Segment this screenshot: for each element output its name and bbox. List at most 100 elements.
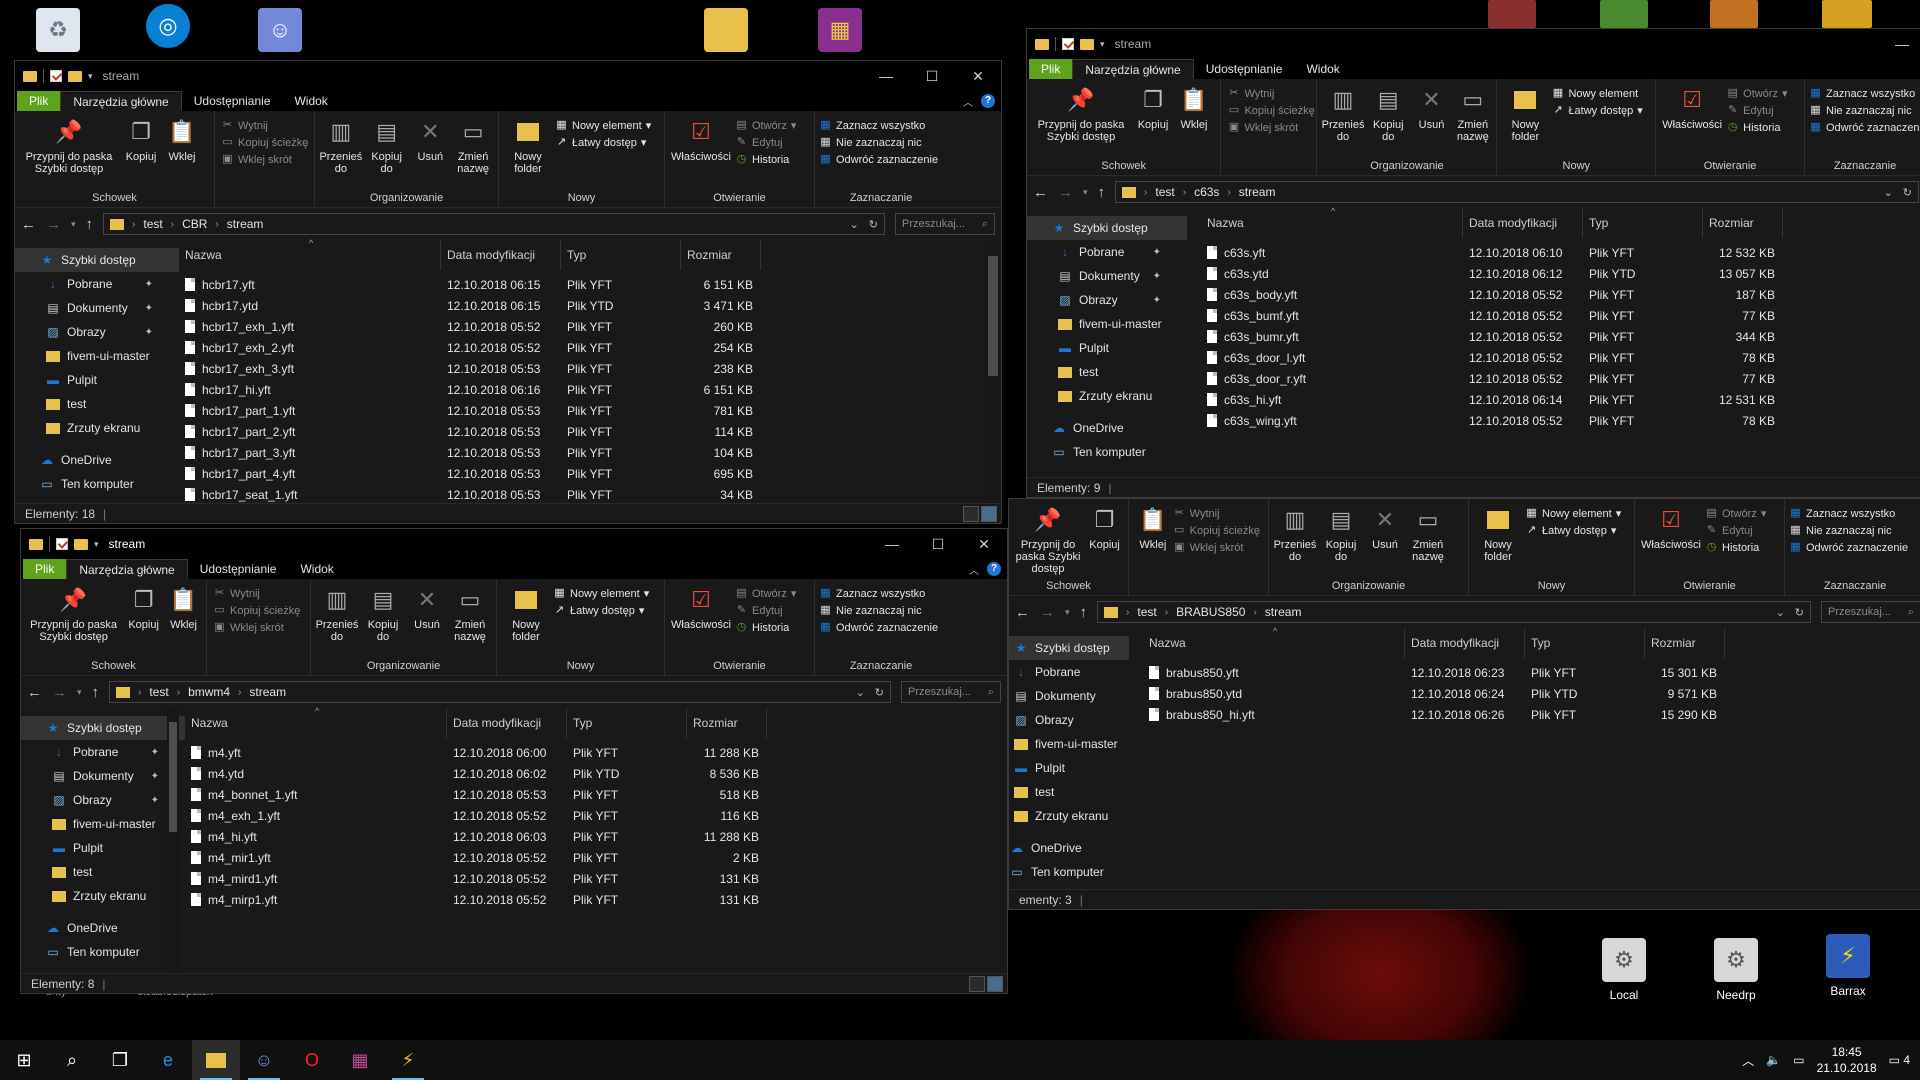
close-button[interactable]: ✕ [955,61,1001,91]
nav-downloads[interactable]: ↓ Pobrane [1009,660,1129,684]
nav-documents[interactable]: ▤ Dokumenty ✦ [1027,264,1187,288]
easy-access-button[interactable]: ↗ Łatwy dostęp ▾ [553,604,649,617]
invert-selection-button[interactable]: ▦ Odwróć zaznaczenie [1789,541,1908,554]
tab-view[interactable]: Widok [282,91,339,111]
nav-folder[interactable]: fivem-ui-master [1009,732,1129,756]
minecraft-icon[interactable] [1600,0,1648,28]
explorer-window-bmwm4[interactable]: ▾ stream — ☐ ✕ Plik Narzędzia główne Udo… [20,528,1008,994]
file-row[interactable]: hcbr17_exh_2.yft 12.10.2018 05:52 Plik YFT… [179,337,985,358]
column-size[interactable]: Rozmiar [681,240,761,270]
show-hidden-icons-icon[interactable]: ︿ [1742,1052,1754,1069]
copy-path-button[interactable]: ▭ Kopiuj ścieżkę [1173,524,1260,537]
network-icon[interactable]: ▭ [1793,1053,1804,1067]
breadcrumb-segment[interactable]: stream [249,685,286,699]
desktop-app-icon[interactable] [1488,0,1536,28]
up-arrow-icon[interactable]: ↑ [1080,604,1088,621]
edit-button[interactable]: ✎ Edytuj [735,604,796,617]
file-row[interactable]: hcbr17_part_2.yft 12.10.2018 05:53 Plik YF… [179,421,985,442]
nav-documents[interactable]: ▤ Dokumenty ✦ [15,296,179,320]
file-row[interactable]: c63s.ytd 12.10.2018 06:12 Plik YTD 13 057 K… [1201,263,1920,284]
nav-desktop[interactable]: ▬ Pulpit [21,836,185,860]
column-date[interactable]: Data modyfikacji [1463,208,1583,238]
tab-file[interactable]: Plik [17,91,61,111]
tab-share[interactable]: Udostępnianie [1194,59,1295,79]
file-row[interactable]: c63s_door_l.yft 12.10.2018 05:52 Plik YFT 7… [1201,347,1920,368]
nav-pictures[interactable]: ▨ Obrazy ✦ [1027,288,1187,312]
copy-path-button[interactable]: ▭ Kopiuj ścieżkę [1227,104,1315,117]
copy-path-button[interactable]: ▭ Kopiuj ścieżkę [221,136,308,149]
cut-button[interactable]: ✂ Wytnij [1227,87,1314,100]
taskbar-opera[interactable]: O [288,1040,336,1080]
maximize-button[interactable]: ☐ [909,61,955,91]
tab-file[interactable]: Plik [1029,59,1073,79]
close-button[interactable]: ✕ [961,529,1007,559]
file-row[interactable]: c63s_door_r.yft 12.10.2018 05:52 Plik YFT 7… [1201,368,1920,389]
nav-downloads[interactable]: ↓ Pobrane ✦ [21,740,185,764]
file-row[interactable]: hcbr17_exh_1.yft 12.10.2018 05:52 Plik YFT… [179,316,985,337]
maximize-button[interactable]: ☐ [915,529,961,559]
collapse-ribbon-icon[interactable]: ︿ [963,94,973,109]
clock[interactable]: 18:45 21.10.2018 [1817,1044,1877,1076]
file-row[interactable]: c63s_hi.yft 12.10.2018 06:14 Plik YFT 12 53… [1201,389,1920,410]
new-folder-icon[interactable] [1080,38,1094,50]
file-row[interactable]: brabus850_hi.yft 12.10.2018 06:26 Plik YFT… [1143,704,1920,725]
quick-access-toolbar[interactable]: ▾ [21,537,99,551]
column-size[interactable]: Rozmiar [687,708,767,738]
taskbar-discord[interactable]: ☺ [240,1040,288,1080]
up-arrow-icon[interactable]: ↑ [1098,184,1106,201]
copy-path-button[interactable]: ▭ Kopiuj ścieżkę [213,604,300,617]
pubg-icon[interactable] [1822,0,1872,28]
icons-view-button[interactable] [981,505,997,522]
refresh-icon[interactable]: ↻ [1795,606,1804,619]
nav-quick-access[interactable]: ★ Szybki dostęp [1009,636,1129,660]
icons-view-button[interactable] [987,975,1003,992]
scrollbar[interactable] [985,240,1001,503]
nav-folder[interactable]: Zrzuty ekranu [15,416,179,440]
history-button[interactable]: ◷ Historia [1726,121,1787,134]
breadcrumb-segment[interactable]: test [1155,185,1174,199]
help-icon[interactable]: ? [987,562,1001,576]
select-none-button[interactable]: ▦ Nie zaznaczaj nic [1809,104,1920,117]
properties-icon[interactable] [56,538,68,550]
invert-selection-button[interactable]: ▦ Odwróć zaznaczenie [819,153,938,166]
file-row[interactable]: hcbr17.ytd 12.10.2018 06:15 Plik YTD 3 471 … [179,295,985,316]
nav-downloads[interactable]: ↓ Pobrane ✦ [15,272,179,296]
open-button[interactable]: ▤ Otwórz ▾ [735,119,796,132]
nav-onedrive[interactable]: ☁ OneDrive [21,916,185,940]
task-view-button[interactable]: ❐ [96,1040,144,1080]
column-type[interactable]: Typ [1583,208,1703,238]
details-view-button[interactable] [963,505,979,522]
select-none-button[interactable]: ▦ Nie zaznaczaj nic [819,604,938,617]
chevron-down-icon[interactable]: ⌄ [1776,606,1785,619]
nav-onedrive[interactable]: ☁ OneDrive [15,448,179,472]
back-arrow-icon[interactable]: ← [1033,184,1048,201]
breadcrumb-segment[interactable]: CBR [182,217,207,231]
back-arrow-icon[interactable]: ← [1015,604,1030,621]
edit-button[interactable]: ✎ Edytuj [1705,524,1766,537]
select-all-button[interactable]: ▦ Zaznacz wszystko [1789,507,1908,520]
nav-folder[interactable]: Zrzuty ekranu [21,884,185,908]
column-date[interactable]: Data modyfikacji [441,240,561,270]
select-none-button[interactable]: ▦ Nie zaznaczaj nic [1789,524,1908,537]
breadcrumb-segment[interactable]: stream [1239,185,1276,199]
address-bar[interactable]: › test › BRABUS850 › stream ⌄ ↻ [1097,601,1811,623]
file-row[interactable]: hcbr17_part_1.yft 12.10.2018 05:53 Plik YF… [179,400,985,421]
history-button[interactable]: ◷ Historia [735,153,796,166]
file-row[interactable]: m4_bonnet_1.yft 12.10.2018 05:53 Plik YFT 5… [185,784,1007,805]
quick-access-toolbar[interactable]: ▾ [15,69,93,83]
select-all-button[interactable]: ▦ Zaznacz wszystko [819,587,938,600]
nav-quick-access[interactable]: ★ Szybki dostęp [1027,216,1187,240]
new-item-button[interactable]: ▦ Nowy element ▾ [553,587,649,600]
file-row[interactable]: hcbr17.yft 12.10.2018 06:15 Plik YFT 6 151 … [179,274,985,295]
select-none-button[interactable]: ▦ Nie zaznaczaj nic [819,136,938,149]
title-bar[interactable]: ▾ stream — ☐ ✕ [21,529,1007,559]
column-type[interactable]: Typ [1525,628,1645,658]
search-input[interactable]: Przeszukaj... ⌕ [901,681,1001,703]
nav-folder[interactable]: Zrzuty ekranu [1009,804,1129,828]
file-row[interactable]: c63s_bumf.yft 12.10.2018 05:52 Plik YFT 77 … [1201,305,1920,326]
explorer-window-cbr[interactable]: ▾ stream — ☐ ✕ Plik Narzędzia główne Udo… [14,60,1002,524]
open-button[interactable]: ▤ Otwórz ▾ [735,587,796,600]
search-input[interactable]: Przeszukaj... ⌕ [895,213,995,235]
tab-home[interactable]: Narzędzia główne [60,91,182,111]
file-row[interactable]: hcbr17_part_4.yft 12.10.2018 05:53 Plik YF… [179,463,985,484]
